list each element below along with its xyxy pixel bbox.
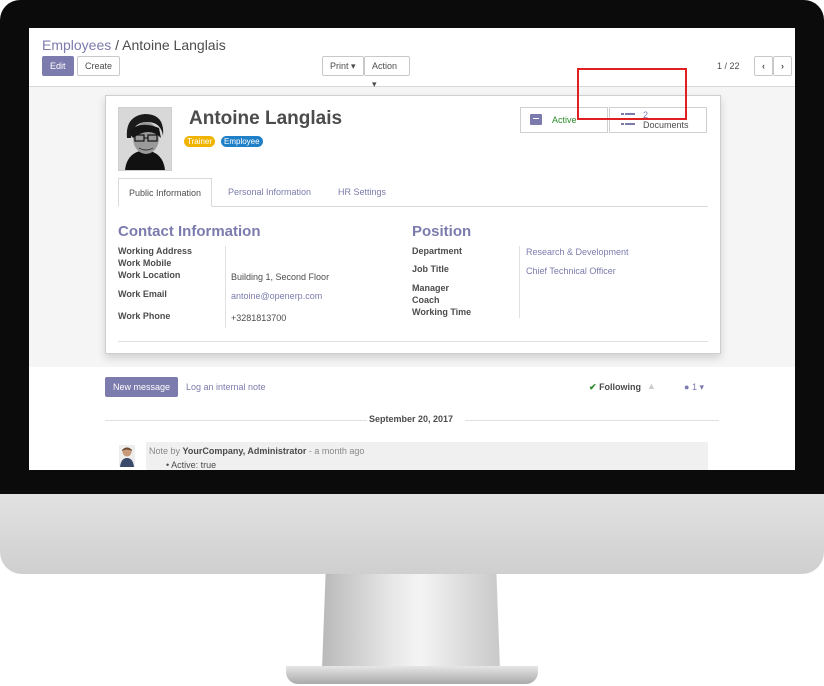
- monitor-chin: [0, 494, 824, 574]
- department-link[interactable]: Research & Development: [526, 247, 629, 257]
- archive-icon: [530, 114, 542, 125]
- check-icon: ✔: [589, 382, 597, 392]
- sheet-bottom-divider: [118, 341, 708, 342]
- breadcrumb: Employees / Antoine Langlais: [42, 37, 226, 53]
- breadcrumb-current: Antoine Langlais: [122, 37, 226, 53]
- job-title-label: Job Title: [412, 264, 449, 274]
- tag-trainer[interactable]: Trainer: [184, 136, 216, 147]
- action-dropdown-button[interactable]: Action ▾: [364, 56, 410, 89]
- form-view: Antoine Langlais Trainer Employee Active: [29, 87, 795, 367]
- tab-hr-settings[interactable]: HR Settings: [328, 178, 396, 206]
- note-time: - a month ago: [308, 446, 365, 456]
- create-button[interactable]: Create: [77, 56, 121, 76]
- pager-previous-button[interactable]: ‹: [754, 56, 773, 76]
- work-email-label: Work Email: [118, 289, 167, 299]
- work-phone-value: +3281813700: [231, 313, 287, 323]
- following-button[interactable]: ✔ Following: [589, 382, 641, 393]
- following-label: Following: [599, 382, 642, 392]
- employee-photo: [119, 108, 171, 170]
- manager-label: Manager: [412, 283, 450, 293]
- work-location-value: Building 1, Second Floor: [231, 272, 330, 282]
- print-dropdown-button[interactable]: Print ▾: [322, 56, 364, 76]
- note-author-link[interactable]: YourCompany, Administrator: [183, 446, 307, 456]
- working-address-label: Working Address: [118, 246, 193, 256]
- employee-avatar[interactable]: [118, 107, 172, 171]
- bullet-icon: •: [166, 460, 170, 470]
- tracking-value: Active: true: [171, 460, 217, 470]
- work-location-label: Work Location: [118, 270, 181, 280]
- print-label: Print: [330, 61, 349, 71]
- bell-icon[interactable]: ▲: [647, 381, 656, 391]
- tag-employee[interactable]: Employee: [221, 136, 263, 147]
- message-bubble: Note by YourCompany, Administrator - a m…: [146, 442, 708, 470]
- edit-button[interactable]: Edit: [42, 56, 74, 76]
- work-email-link[interactable]: antoine@openerp.com: [231, 291, 322, 301]
- job-title-value: Chief Technical Officer: [526, 266, 616, 276]
- documents-highlight-box: [577, 68, 687, 120]
- notebook-tabs: Public Information Personal Information …: [118, 178, 708, 207]
- breadcrumb-employees-link[interactable]: Employees: [42, 37, 111, 53]
- monitor-stand-base: [286, 666, 538, 684]
- documents-label: Documents: [643, 120, 689, 130]
- breadcrumb-separator: /: [115, 37, 120, 53]
- coach-label: Coach: [412, 295, 440, 305]
- date-divider-right: [465, 420, 719, 421]
- chevron-left-icon: ‹: [762, 61, 765, 71]
- pager-value[interactable]: 1 / 22: [717, 61, 740, 71]
- contact-information-title: Contact Information: [118, 223, 261, 240]
- user-icon: ●: [684, 382, 690, 392]
- date-divider-left: [105, 420, 367, 421]
- action-label: Action: [372, 61, 398, 71]
- author-avatar[interactable]: [119, 445, 135, 467]
- position-title: Position: [412, 223, 472, 240]
- new-message-button[interactable]: New message: [105, 377, 179, 397]
- department-label: Department: [412, 246, 463, 256]
- working-time-label: Working Time: [412, 307, 472, 317]
- work-mobile-label: Work Mobile: [118, 258, 172, 268]
- note-prefix: Note by: [149, 446, 181, 456]
- chatter: New message Log an internal note ✔ Follo…: [29, 367, 795, 470]
- position-column-divider: [519, 246, 520, 318]
- employee-name: Antoine Langlais: [189, 108, 343, 129]
- log-note-button[interactable]: Log an internal note: [186, 382, 266, 392]
- monitor-stand-neck: [322, 574, 500, 670]
- tab-personal-information[interactable]: Personal Information: [218, 178, 321, 206]
- followers-dropdown[interactable]: ● 1 ▾: [684, 382, 704, 393]
- pager-next-button[interactable]: ›: [773, 56, 792, 76]
- followers-count: 1: [691, 382, 697, 392]
- work-phone-label: Work Phone: [118, 311, 171, 321]
- date-separator: September 20, 2017: [369, 414, 454, 424]
- form-sheet: Antoine Langlais Trainer Employee Active: [105, 95, 721, 354]
- tab-public-information[interactable]: Public Information: [118, 178, 213, 207]
- chevron-right-icon: ›: [781, 61, 784, 71]
- caret-down-icon: ▾: [699, 382, 705, 392]
- tracking-value-item: • Active: true: [166, 460, 216, 470]
- caret-down-icon: ▾: [351, 61, 356, 71]
- contact-column-divider: [225, 246, 226, 328]
- active-label: Active: [552, 115, 577, 125]
- message-header: Note by YourCompany, Administrator - a m…: [149, 446, 364, 456]
